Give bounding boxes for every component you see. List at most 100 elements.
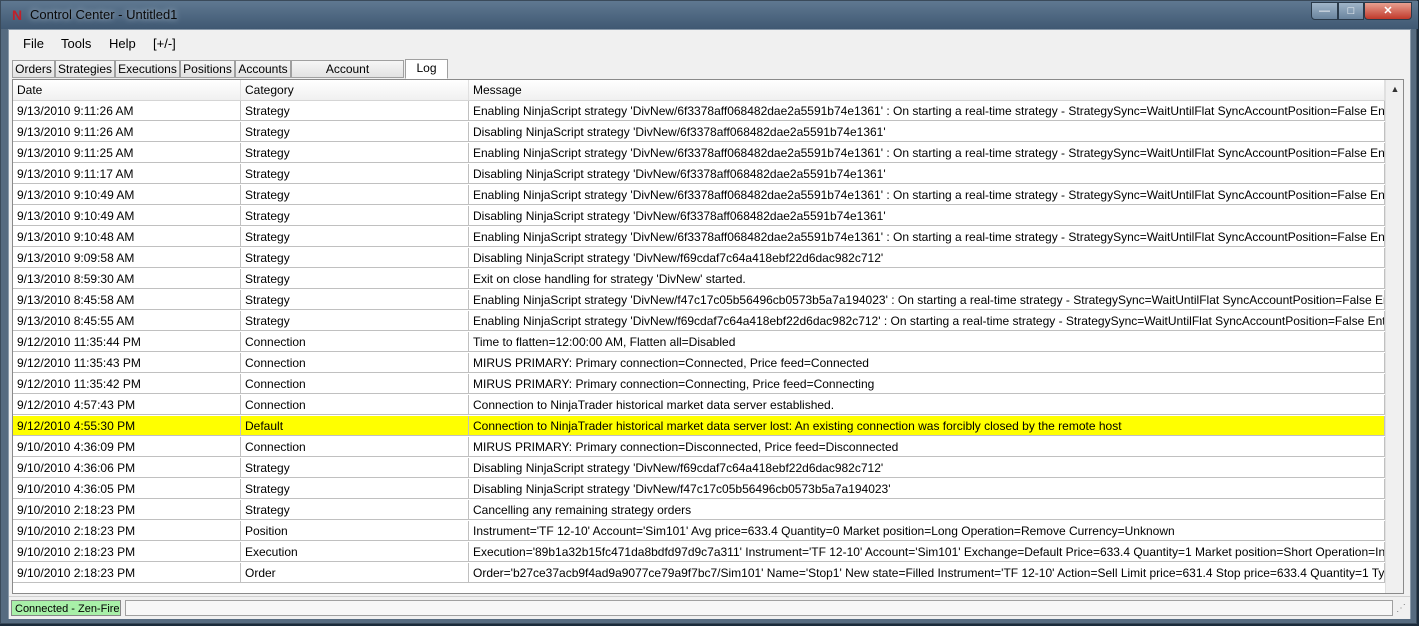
category-cell: Strategy — [241, 248, 469, 268]
category-cell: Strategy — [241, 122, 469, 142]
category-cell: Execution — [241, 542, 469, 562]
table-row[interactable]: 9/13/2010 9:11:17 AM Strategy Disabling Ni… — [13, 164, 1385, 185]
category-cell: Strategy — [241, 458, 469, 478]
date-cell: 9/10/2010 4:36:06 PM — [13, 458, 241, 478]
table-row[interactable]: 9/13/2010 9:11:26 AM Strategy Disabling Ni… — [13, 122, 1385, 143]
category-cell: Strategy — [241, 227, 469, 247]
vertical-scrollbar[interactable]: ▲ — [1385, 80, 1403, 593]
date-cell: 9/13/2010 9:11:26 AM — [13, 122, 241, 142]
table-row[interactable]: 9/12/2010 11:35:42 PM Connection MIRUS PRI… — [13, 374, 1385, 395]
table-row[interactable]: 9/13/2010 9:10:49 AM Strategy Enabling Nin… — [13, 185, 1385, 206]
message-cell: Order='b27ce37acb9f4ad9a9077ce79a9f7bc7/… — [469, 563, 1385, 583]
category-cell: Default — [241, 416, 469, 436]
status-message-panel — [125, 600, 1393, 616]
message-cell: Enabling NinjaScript strategy 'DivNew/6f… — [469, 143, 1385, 163]
message-cell: Enabling NinjaScript strategy 'DivNew/f4… — [469, 290, 1385, 310]
message-cell: Instrument='TF 12-10' Account='Sim101' A… — [469, 521, 1385, 541]
menu-expand-toggle[interactable]: [+/-] — [153, 36, 176, 51]
table-row[interactable]: 9/13/2010 9:11:26 AM Strategy Enabling Nin… — [13, 101, 1385, 122]
grid-header: Date Category Message — [13, 80, 1385, 101]
table-row[interactable]: 9/10/2010 2:18:23 PM Position Instrument='… — [13, 521, 1385, 542]
date-cell: 9/12/2010 11:35:43 PM — [13, 353, 241, 373]
message-cell: Connection to NinjaTrader historical mar… — [469, 395, 1385, 415]
category-cell: Strategy — [241, 185, 469, 205]
ninjatrader-logo-icon: N — [11, 7, 23, 23]
category-cell: Strategy — [241, 500, 469, 520]
date-cell: 9/13/2010 9:10:49 AM — [13, 206, 241, 226]
date-cell: 9/13/2010 8:59:30 AM — [13, 269, 241, 289]
date-cell: 9/12/2010 4:57:43 PM — [13, 395, 241, 415]
table-row[interactable]: 9/10/2010 4:36:09 PM Connection MIRUS PRIM… — [13, 437, 1385, 458]
date-cell: 9/13/2010 8:45:58 AM — [13, 290, 241, 310]
table-row[interactable]: 9/13/2010 8:59:30 AM Strategy Exit on clos… — [13, 269, 1385, 290]
table-row[interactable]: 9/12/2010 4:57:43 PM Connection Connection… — [13, 395, 1385, 416]
table-row[interactable]: 9/10/2010 2:18:23 PM Execution Execution='… — [13, 542, 1385, 563]
menu-tools[interactable]: Tools — [61, 36, 91, 51]
table-row[interactable]: 9/10/2010 2:18:23 PM Strategy Cancelling a… — [13, 500, 1385, 521]
tab-positions[interactable]: Positions — [180, 60, 235, 78]
message-cell: Disabling NinjaScript strategy 'DivNew/f… — [469, 458, 1385, 478]
column-header-category[interactable]: Category — [241, 80, 469, 100]
date-cell: 9/12/2010 11:35:44 PM — [13, 332, 241, 352]
window-title: Control Center - Untitled1 — [30, 7, 178, 22]
category-cell: Strategy — [241, 206, 469, 226]
message-cell: Execution='89b1a32b15fc471da8bdfd97d9c7a… — [469, 542, 1385, 562]
category-cell: Strategy — [241, 143, 469, 163]
menu-file[interactable]: File — [23, 36, 44, 51]
message-cell: Enabling NinjaScript strategy 'DivNew/f6… — [469, 311, 1385, 331]
table-row[interactable]: 9/10/2010 4:36:05 PM Strategy Disabling Ni… — [13, 479, 1385, 500]
category-cell: Strategy — [241, 101, 469, 121]
table-row[interactable]: 9/10/2010 2:18:23 PM Order Order='b27ce37a… — [13, 563, 1385, 584]
maximize-button[interactable]: □ — [1338, 2, 1364, 20]
table-row[interactable]: 9/13/2010 8:45:58 AM Strategy Enabling Nin… — [13, 290, 1385, 311]
message-cell: Enabling NinjaScript strategy 'DivNew/6f… — [469, 101, 1385, 121]
message-cell: Disabling NinjaScript strategy 'DivNew/6… — [469, 122, 1385, 142]
tab-account-performance[interactable]: Account Performance — [291, 60, 404, 93]
table-row[interactable]: 9/13/2010 9:10:48 AM Strategy Enabling Nin… — [13, 227, 1385, 248]
tab-executions[interactable]: Executions — [115, 60, 180, 78]
table-row[interactable]: 9/13/2010 9:09:58 AM Strategy Disabling Ni… — [13, 248, 1385, 269]
column-header-message[interactable]: Message — [469, 80, 1385, 100]
message-cell: MIRUS PRIMARY: Primary connection=Connec… — [469, 374, 1385, 394]
menu-help[interactable]: Help — [109, 36, 136, 51]
column-header-date[interactable]: Date — [13, 80, 241, 100]
close-button[interactable]: ✕ — [1364, 2, 1412, 20]
tab-strategies[interactable]: Strategies — [55, 60, 115, 78]
table-row[interactable]: 9/13/2010 9:11:25 AM Strategy Enabling Nin… — [13, 143, 1385, 164]
message-cell: Disabling NinjaScript strategy 'DivNew/6… — [469, 164, 1385, 184]
category-cell: Strategy — [241, 164, 469, 184]
tab-orders[interactable]: Orders — [12, 60, 55, 78]
table-row[interactable]: 9/12/2010 11:35:43 PM Connection MIRUS PRI… — [13, 353, 1385, 374]
scroll-up-arrow-icon[interactable]: ▲ — [1386, 81, 1403, 98]
date-cell: 9/10/2010 2:18:23 PM — [13, 521, 241, 541]
message-cell: Cancelling any remaining strategy orders — [469, 500, 1385, 520]
message-cell: MIRUS PRIMARY: Primary connection=Connec… — [469, 353, 1385, 373]
minimize-button[interactable]: — — [1311, 2, 1338, 20]
tab-log[interactable]: Log — [405, 59, 448, 79]
date-cell: 9/13/2010 9:10:49 AM — [13, 185, 241, 205]
table-row[interactable]: 9/13/2010 8:45:55 AM Strategy Enabling Nin… — [13, 311, 1385, 332]
date-cell: 9/10/2010 4:36:09 PM — [13, 437, 241, 457]
message-cell: Disabling NinjaScript strategy 'DivNew/f… — [469, 248, 1385, 268]
title-bar[interactable]: N Control Center - Untitled1 — □ ✕ — [1, 1, 1418, 29]
date-cell: 9/13/2010 8:45:55 AM — [13, 311, 241, 331]
category-cell: Connection — [241, 374, 469, 394]
date-cell: 9/10/2010 2:18:23 PM — [13, 563, 241, 583]
category-cell: Order — [241, 563, 469, 583]
table-row[interactable]: 9/12/2010 4:55:30 PM Default Connection to… — [13, 416, 1385, 437]
table-row[interactable]: 9/13/2010 9:10:49 AM Strategy Disabling Ni… — [13, 206, 1385, 227]
date-cell: 9/13/2010 9:11:17 AM — [13, 164, 241, 184]
date-cell: 9/10/2010 4:36:05 PM — [13, 479, 241, 499]
table-row[interactable]: 9/10/2010 4:36:06 PM Strategy Disabling Ni… — [13, 458, 1385, 479]
tab-accounts[interactable]: Accounts — [235, 60, 291, 78]
resize-grip-icon[interactable]: ⋰ — [1396, 603, 1408, 615]
table-row[interactable]: 9/12/2010 11:35:44 PM Connection Time to f… — [13, 332, 1385, 353]
message-cell: Disabling NinjaScript strategy 'DivNew/6… — [469, 206, 1385, 226]
category-cell: Connection — [241, 395, 469, 415]
date-cell: 9/13/2010 9:09:58 AM — [13, 248, 241, 268]
message-cell: Enabling NinjaScript strategy 'DivNew/6f… — [469, 185, 1385, 205]
date-cell: 9/10/2010 2:18:23 PM — [13, 542, 241, 562]
log-grid: Date Category Message 9/13/2010 9:11:26 … — [12, 79, 1404, 594]
message-cell: MIRUS PRIMARY: Primary connection=Discon… — [469, 437, 1385, 457]
connection-status: Connected - Zen-Fire — [11, 600, 121, 616]
